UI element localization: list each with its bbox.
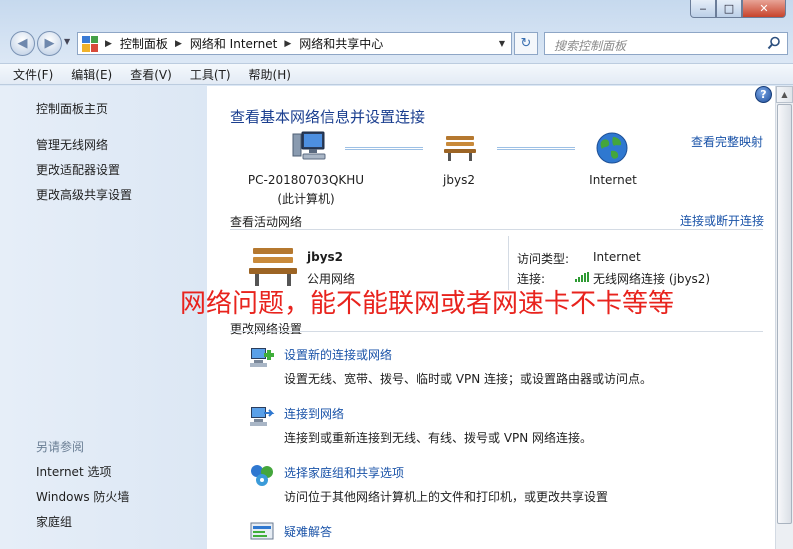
- task-description: 连接到或重新连接到无线、有线、拨号或 VPN 网络连接。: [284, 431, 593, 445]
- menu-view[interactable]: 查看(V): [127, 66, 175, 83]
- arrow-left-icon: ◀: [17, 36, 28, 51]
- chevron-down-icon: ▼: [64, 37, 71, 46]
- menu-file[interactable]: 文件(F): [10, 66, 56, 83]
- sidebar-item-manage-wireless[interactable]: 管理无线网络: [36, 136, 108, 153]
- wifi-signal-icon: [575, 272, 589, 282]
- homegroup-icon: [251, 465, 273, 486]
- access-type-label: 访问类型:: [517, 252, 570, 266]
- breadcrumb-network-internet[interactable]: 网络和 Internet: [190, 35, 277, 52]
- breadcrumb-separator-icon: ▶: [174, 38, 182, 49]
- computer-sub-label: (此计算机): [277, 192, 335, 206]
- network-name-label: jbys2: [443, 173, 475, 187]
- refresh-button[interactable]: ↻: [514, 32, 538, 55]
- breadcrumb-separator-icon: ▶: [105, 38, 112, 49]
- see-also-header: 另请参阅: [36, 440, 85, 454]
- address-dropdown-icon[interactable]: ▼: [499, 39, 505, 48]
- connect-disconnect-link[interactable]: 连接或断开连接: [680, 212, 764, 229]
- search-input[interactable]: 搜索控制面板: [544, 32, 788, 55]
- active-networks-header: 查看活动网络: [230, 215, 303, 229]
- internet-label: Internet: [589, 173, 637, 187]
- new-connection-icon: [250, 348, 274, 367]
- computer-name-label: PC-20180703QKHU: [247, 173, 365, 187]
- sidebar-item-advanced-sharing[interactable]: 更改高级共享设置: [36, 186, 132, 203]
- divider: [230, 331, 763, 332]
- page-title: 查看基本网络信息并设置连接: [230, 108, 426, 126]
- task-description: 访问位于其他网络计算机上的文件和打印机，或更改共享设置: [284, 490, 609, 504]
- map-link-line: [497, 147, 575, 150]
- connect-network-icon: [250, 407, 275, 426]
- globe-icon: [596, 132, 628, 164]
- setup-new-connection-link[interactable]: 设置新的连接或网络: [284, 346, 392, 363]
- menu-bar: 文件(F) 编辑(E) 查看(V) 工具(T) 帮助(H): [0, 63, 793, 85]
- connect-to-network-link[interactable]: 连接到网络: [284, 405, 344, 422]
- search-icon[interactable]: [767, 36, 781, 50]
- minimize-button[interactable]: ‒: [690, 0, 716, 18]
- breadcrumb-sharing-center[interactable]: 网络和共享中心: [299, 35, 383, 52]
- task-description: 设置无线、宽带、拨号、临时或 VPN 连接；或设置路由器或访问点。: [284, 372, 653, 386]
- bench-icon: [444, 136, 476, 161]
- scroll-up-button[interactable]: ▲: [776, 86, 793, 103]
- close-button[interactable]: ✕: [742, 0, 786, 18]
- arrow-right-icon: ▶: [44, 36, 55, 51]
- navigation-bar: ◀ ▶ ▼ ▶ 控制面板 ▶ 网络和 Internet ▶ 网络和共享中心 ▼ …: [0, 28, 793, 60]
- sidebar-item-home[interactable]: 控制面板主页: [36, 100, 108, 117]
- divider: [230, 229, 763, 230]
- map-link-line: [345, 147, 423, 150]
- menu-help[interactable]: 帮助(H): [246, 66, 294, 83]
- active-network-name: jbys2: [307, 250, 344, 264]
- maximize-button[interactable]: □: [716, 0, 742, 18]
- bench-icon: [249, 248, 297, 286]
- menu-edit[interactable]: 编辑(E): [68, 66, 115, 83]
- sidebar-item-firewall[interactable]: Windows 防火墙: [36, 488, 129, 505]
- homegroup-sharing-link[interactable]: 选择家庭组和共享选项: [284, 464, 404, 481]
- computer-icon: [292, 131, 326, 160]
- annotation-overlay-text: 网络问题，能不能联网或者网速卡不卡等等: [180, 289, 675, 319]
- control-panel-icon: [82, 35, 98, 52]
- sidebar-item-internet-options[interactable]: Internet 选项: [36, 463, 111, 480]
- network-sharing-center-window: ‒ □ ✕ ◀ ▶ ▼ ▶ 控制面板 ▶ 网络和 Internet ▶ 网络和共…: [0, 0, 793, 549]
- troubleshoot-icon: [250, 522, 274, 540]
- access-type-value: Internet: [593, 250, 641, 264]
- sidebar-item-homegroup[interactable]: 家庭组: [36, 513, 72, 530]
- task-pane: 控制面板主页 管理无线网络 更改适配器设置 更改高级共享设置 另请参阅 Inte…: [0, 86, 207, 549]
- breadcrumb-control-panel[interactable]: 控制面板: [120, 35, 168, 52]
- help-icon[interactable]: ?: [755, 86, 772, 103]
- breadcrumb-separator-icon: ▶: [284, 38, 292, 49]
- menu-tools[interactable]: 工具(T): [187, 66, 234, 83]
- sidebar-item-adapter-settings[interactable]: 更改适配器设置: [36, 161, 120, 178]
- vertical-scrollbar[interactable]: ▲: [775, 86, 793, 549]
- back-button[interactable]: ◀: [10, 31, 35, 56]
- scroll-thumb[interactable]: [777, 104, 792, 524]
- full-map-link[interactable]: 查看完整映射: [691, 133, 763, 150]
- troubleshoot-link[interactable]: 疑难解答: [284, 523, 332, 540]
- search-placeholder: 搜索控制面板: [554, 39, 627, 53]
- history-dropdown[interactable]: ▼: [64, 37, 70, 46]
- forward-button[interactable]: ▶: [37, 31, 62, 56]
- address-bar[interactable]: ▶ 控制面板 ▶ 网络和 Internet ▶ 网络和共享中心 ▼: [77, 32, 512, 55]
- change-settings-header: 更改网络设置: [230, 322, 303, 336]
- refresh-icon: ↻: [520, 36, 532, 51]
- chevron-up-icon: ▲: [781, 90, 788, 99]
- divider: [508, 236, 509, 290]
